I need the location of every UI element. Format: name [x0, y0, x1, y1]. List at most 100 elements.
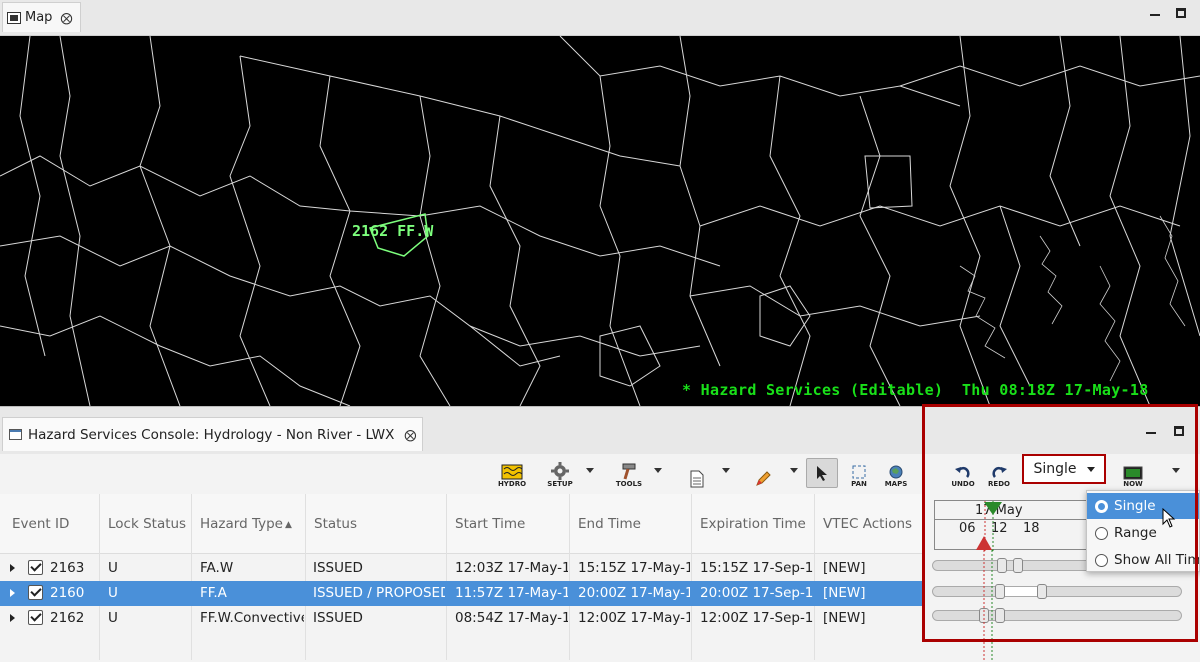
- map-window-controls: [1150, 8, 1186, 18]
- redo-icon: [992, 466, 1007, 478]
- hazard-map-label[interactable]: 2162 FF.W: [352, 222, 433, 240]
- pointer-icon: [817, 466, 827, 481]
- map-canvas[interactable]: 2162 FF.W * Hazard Services (Editable) T…: [0, 36, 1200, 406]
- setup-button[interactable]: SETUP: [546, 460, 574, 488]
- map-tab-bar: Map ⨂: [0, 0, 1200, 36]
- start-time-cell: 11:57Z 17-May-18: [455, 585, 568, 601]
- event-id-cell: 2160: [50, 585, 85, 601]
- undo-button[interactable]: UNDO: [950, 460, 976, 488]
- column-header[interactable]: End Time: [578, 516, 641, 532]
- setup-label: SETUP: [547, 480, 573, 488]
- expand-icon[interactable]: [10, 564, 15, 572]
- tools-dropdown-icon[interactable]: [654, 468, 662, 473]
- draw-dropdown-icon[interactable]: [790, 468, 798, 473]
- hydro-icon: [501, 464, 523, 480]
- vtec-actions-cell: [NEW]: [823, 585, 866, 601]
- vtec-actions-cell: [NEW]: [823, 560, 866, 576]
- sort-ascending-icon: ▲: [285, 520, 292, 530]
- pan-button[interactable]: PAN: [846, 460, 872, 488]
- radio-icon: [1095, 526, 1108, 540]
- slider-range-fill: [1001, 587, 1041, 596]
- column-header[interactable]: VTEC Actions: [823, 516, 912, 532]
- now-button[interactable]: NOW: [1120, 460, 1146, 488]
- menu-item-label: Range: [1114, 525, 1157, 541]
- menu-item-show-all-time[interactable]: Show All Time: [1087, 547, 1199, 571]
- row-checkbox[interactable]: [28, 610, 43, 625]
- table-row[interactable]: 2163 U FA.W ISSUED 12:03Z 17-May-18 15:1…: [0, 556, 922, 581]
- map-status-text: * Hazard Services (Editable) Thu 08:18Z …: [682, 381, 1149, 399]
- console-window-controls: [1146, 426, 1184, 436]
- mouse-cursor-icon: [1162, 508, 1176, 528]
- setup-dropdown-icon[interactable]: [586, 468, 594, 473]
- document-button[interactable]: [686, 460, 708, 488]
- hazard-type-cell: FF.A: [200, 585, 227, 601]
- slider-thumb[interactable]: [1013, 558, 1023, 573]
- minimize-icon[interactable]: [1150, 14, 1160, 16]
- tab-console[interactable]: Hazard Services Console: Hydrology - Non…: [2, 417, 424, 451]
- event-time-slider[interactable]: [932, 608, 1182, 623]
- console-icon: [9, 429, 22, 440]
- column-header[interactable]: Status: [314, 516, 357, 532]
- redo-label: REDO: [988, 480, 1010, 488]
- tools-button[interactable]: TOOLS: [614, 460, 644, 488]
- slider-thumb[interactable]: [995, 608, 1005, 623]
- tools-label: TOOLS: [615, 480, 643, 488]
- tab-console-label: Hazard Services Console: Hydrology - Non…: [28, 426, 395, 443]
- start-time-cell: 12:03Z 17-May-18: [455, 560, 568, 576]
- pan-icon: [852, 465, 866, 479]
- radio-selected-icon: [1095, 499, 1108, 513]
- slider-thumb[interactable]: [997, 558, 1007, 573]
- redo-button[interactable]: REDO: [986, 460, 1012, 488]
- map-icon: [7, 11, 21, 24]
- vtec-actions-cell: [NEW]: [823, 610, 866, 626]
- row-checkbox[interactable]: [28, 585, 43, 600]
- menu-item-single[interactable]: Single: [1087, 493, 1199, 519]
- lock-status-cell: U: [108, 610, 118, 626]
- console-tab-bar: Hazard Services Console: Hydrology - Non…: [0, 407, 1200, 455]
- undo-icon: [955, 466, 970, 478]
- radio-icon: [1095, 553, 1108, 567]
- hydro-button[interactable]: HYDRO: [498, 460, 526, 488]
- map-boundaries: [0, 36, 1200, 406]
- end-time-cell: 12:00Z 17-May-18: [578, 610, 690, 626]
- row-checkbox[interactable]: [28, 560, 43, 575]
- start-time-cell: 08:54Z 17-May-18: [455, 610, 568, 626]
- expand-icon[interactable]: [10, 589, 15, 597]
- expand-icon[interactable]: [10, 614, 15, 622]
- expiration-time-cell: 20:00Z 17-Sep-18: [700, 585, 813, 601]
- close-icon[interactable]: ⨂: [404, 428, 416, 442]
- event-time-slider[interactable]: [932, 584, 1182, 599]
- column-header[interactable]: Hazard Type: [200, 516, 283, 532]
- draw-button[interactable]: [752, 460, 774, 488]
- column-header[interactable]: Event ID: [12, 516, 69, 532]
- table-header: Event ID Lock Status Hazard Type ▲ Statu…: [0, 494, 922, 554]
- column-header[interactable]: Expiration Time: [700, 516, 806, 532]
- menu-item-range[interactable]: Range: [1087, 520, 1199, 546]
- menu-item-label: Single: [1114, 498, 1156, 514]
- time-mode-dropdown[interactable]: Single: [1022, 454, 1106, 484]
- slider-thumb[interactable]: [1037, 584, 1047, 599]
- view-menu-icon[interactable]: [1172, 468, 1180, 473]
- lock-status-cell: U: [108, 560, 118, 576]
- maximize-icon[interactable]: [1174, 426, 1184, 436]
- close-icon[interactable]: ⨂: [60, 11, 72, 25]
- minimize-icon[interactable]: [1146, 432, 1156, 434]
- selected-time-marker[interactable]: [976, 536, 992, 550]
- lock-status-cell: U: [108, 585, 118, 601]
- table-row[interactable]: 2160 U FF.A ISSUED / PROPOSED 11:57Z 17-…: [0, 581, 922, 606]
- select-button[interactable]: [806, 458, 838, 488]
- status-cell: ISSUED: [313, 610, 363, 626]
- column-header[interactable]: Lock Status: [108, 516, 186, 532]
- status-cell: ISSUED / PROPOSED: [313, 585, 445, 601]
- slider-thumb[interactable]: [995, 584, 1005, 599]
- current-time-marker[interactable]: [984, 502, 1002, 515]
- pencil-icon: [756, 471, 771, 486]
- maps-button[interactable]: MAPS: [882, 460, 910, 488]
- tab-map[interactable]: Map ⨂: [2, 2, 82, 32]
- slider-thumb[interactable]: [979, 608, 989, 623]
- maximize-icon[interactable]: [1176, 8, 1186, 18]
- document-dropdown-icon[interactable]: [722, 468, 730, 473]
- end-time-cell: 15:15Z 17-May-18: [578, 560, 690, 576]
- column-header[interactable]: Start Time: [455, 516, 525, 532]
- table-row[interactable]: 2162 U FF.W.Convective ISSUED 08:54Z 17-…: [0, 606, 922, 631]
